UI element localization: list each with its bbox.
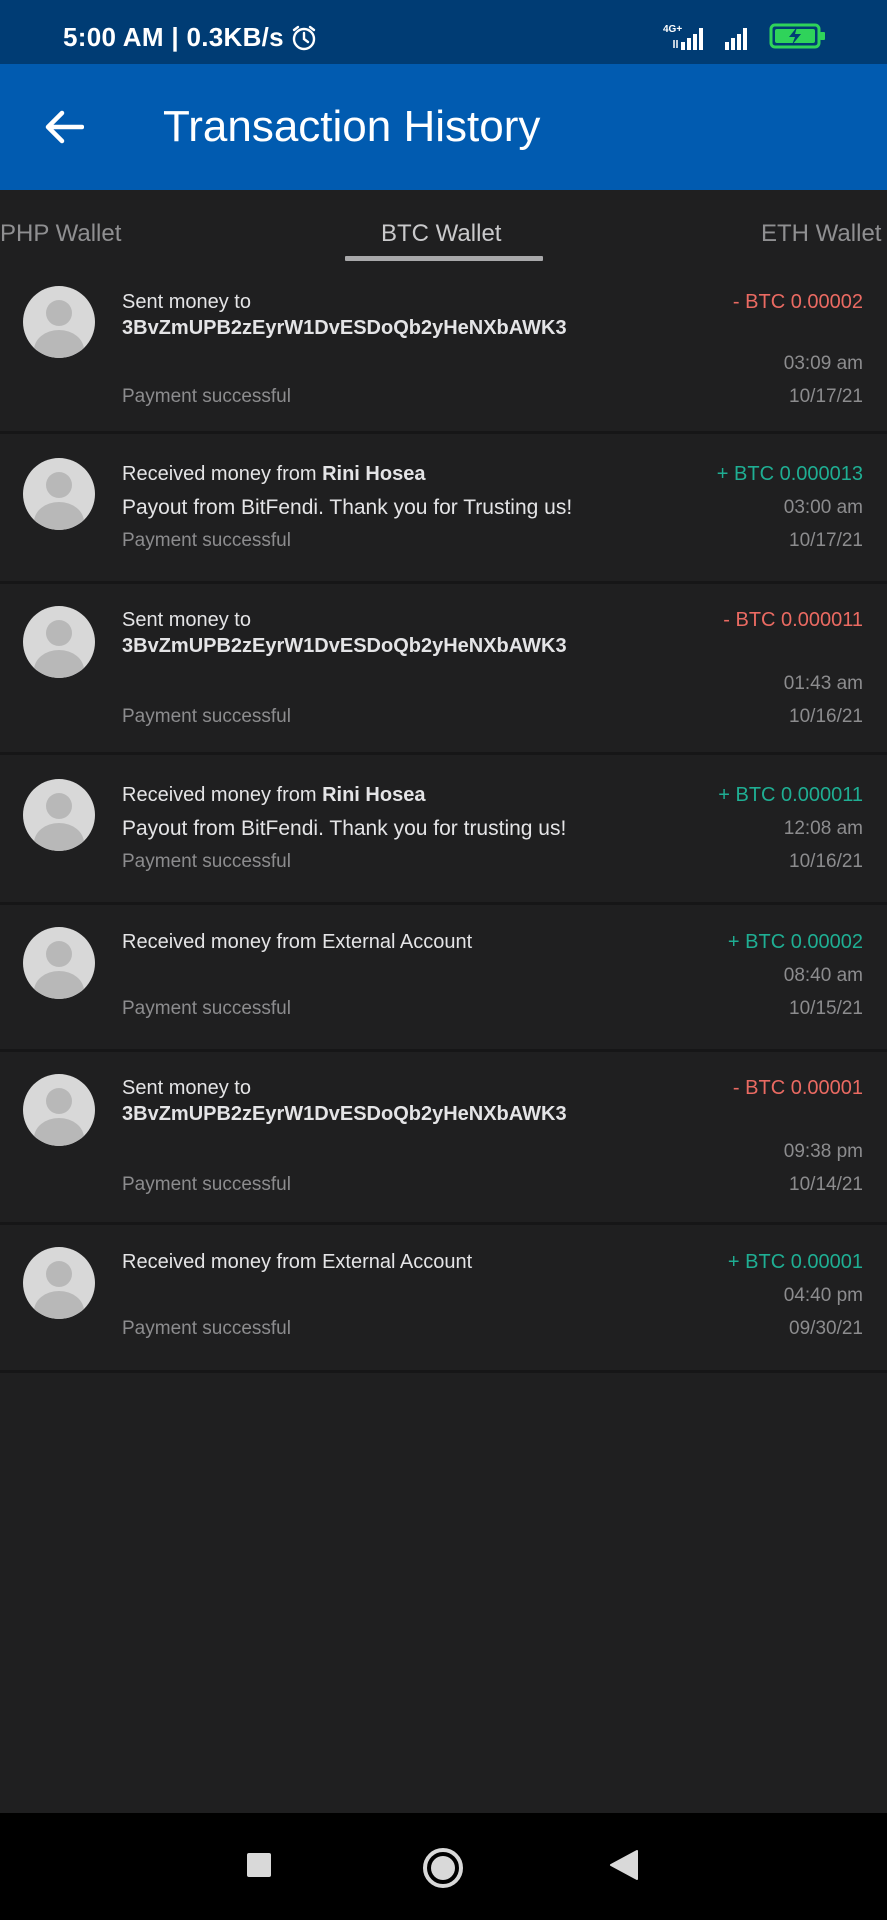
transaction-amount: + BTC 0.00002 bbox=[727, 931, 863, 953]
app-bar: Transaction History bbox=[0, 64, 887, 190]
nav-back-button[interactable] bbox=[608, 1848, 640, 1882]
transaction-date: 10/15/21 bbox=[789, 998, 863, 1019]
tab-eth-wallet[interactable]: ETH Wallet bbox=[761, 220, 881, 248]
transaction-amount: + BTC 0.000013 bbox=[716, 463, 863, 485]
transaction-row[interactable]: Received money from Rini Hosea Payout fr… bbox=[0, 758, 887, 905]
transaction-date: 10/17/21 bbox=[789, 386, 863, 407]
tab-btc-wallet[interactable]: BTC Wallet bbox=[381, 220, 501, 248]
avatar bbox=[23, 1247, 95, 1319]
transaction-row[interactable]: Received money from Rini Hosea Payout fr… bbox=[0, 437, 887, 584]
transaction-row[interactable]: Sent money to 3BvZmUPB2zEyrW1DvESDoQb2yH… bbox=[0, 584, 887, 755]
sender-name: Rini Hosea bbox=[322, 784, 426, 806]
transaction-date: 09/30/21 bbox=[789, 1318, 863, 1339]
transaction-title: Received money from External Account bbox=[122, 931, 473, 953]
transaction-amount: + BTC 0.000011 bbox=[718, 784, 863, 806]
system-nav-bar bbox=[0, 1813, 887, 1920]
transaction-status: Payment successful bbox=[122, 386, 291, 407]
transaction-time: 09:38 pm bbox=[783, 1141, 863, 1162]
transaction-status: Payment successful bbox=[122, 530, 291, 551]
status-bar: 5:00 AM | 0.3KB/s 4G+ bbox=[0, 0, 887, 64]
transaction-title: Received money from Rini Hosea bbox=[122, 463, 426, 485]
transaction-title: Sent money to bbox=[122, 291, 251, 313]
wallet-tabs: PHP Wallet BTC Wallet ETH Wallet bbox=[0, 190, 887, 266]
signal-icon bbox=[723, 26, 755, 55]
transaction-title: Received money from External Account bbox=[122, 1251, 473, 1273]
transaction-memo: Payout from BitFendi. Thank you for trus… bbox=[122, 817, 567, 840]
transaction-amount: - BTC 0.000011 bbox=[723, 609, 863, 631]
tab-php-wallet[interactable]: PHP Wallet bbox=[0, 220, 121, 248]
status-time: 5:00 AM | 0.3KB/s bbox=[63, 22, 284, 52]
sender-name: Rini Hosea bbox=[322, 463, 426, 485]
battery-charging-icon bbox=[769, 22, 827, 55]
transaction-status: Payment successful bbox=[122, 851, 291, 872]
avatar bbox=[23, 779, 95, 851]
transaction-time: 12:08 am bbox=[783, 818, 863, 839]
active-tab-indicator bbox=[345, 256, 543, 261]
avatar bbox=[23, 927, 95, 999]
transaction-row[interactable]: Received money from External Account + B… bbox=[0, 905, 887, 1052]
transaction-status: Payment successful bbox=[122, 706, 291, 727]
recipient-address: 3BvZmUPB2zEyrW1DvESDoQb2yHeNXbAWK3 bbox=[122, 1103, 567, 1125]
signal-icon bbox=[673, 26, 709, 55]
app-root: 5:00 AM | 0.3KB/s 4G+ Transaction Histor… bbox=[0, 0, 887, 1920]
transaction-title: Received money from Rini Hosea bbox=[122, 784, 426, 806]
transaction-date: 10/14/21 bbox=[789, 1174, 863, 1195]
transaction-row[interactable]: Sent money to 3BvZmUPB2zEyrW1DvESDoQb2yH… bbox=[0, 266, 887, 434]
recipient-address: 3BvZmUPB2zEyrW1DvESDoQb2yHeNXbAWK3 bbox=[122, 635, 567, 657]
status-icons bbox=[673, 22, 827, 55]
transaction-row[interactable]: Sent money to 3BvZmUPB2zEyrW1DvESDoQb2yH… bbox=[0, 1052, 887, 1225]
home-icon bbox=[423, 1848, 463, 1888]
transaction-time: 08:40 am bbox=[783, 965, 863, 986]
avatar bbox=[23, 606, 95, 678]
transaction-status: Payment successful bbox=[122, 1318, 291, 1339]
transaction-amount: + BTC 0.00001 bbox=[727, 1251, 863, 1273]
transaction-memo: Payout from BitFendi. Thank you for Trus… bbox=[122, 496, 573, 519]
recents-button[interactable] bbox=[244, 1850, 274, 1880]
transaction-title: Sent money to bbox=[122, 609, 251, 631]
transaction-time: 04:40 pm bbox=[783, 1285, 863, 1306]
avatar bbox=[23, 1074, 95, 1146]
arrow-left-icon bbox=[45, 110, 84, 144]
transaction-title: Sent money to bbox=[122, 1077, 251, 1099]
page-title: Transaction History bbox=[163, 102, 541, 151]
transaction-date: 10/16/21 bbox=[789, 706, 863, 727]
transaction-amount: - BTC 0.00001 bbox=[732, 1077, 863, 1099]
transaction-status: Payment successful bbox=[122, 1174, 291, 1195]
transaction-time: 03:00 am bbox=[783, 497, 863, 518]
transaction-row[interactable]: Received money from External Account + B… bbox=[0, 1225, 887, 1373]
transaction-date: 10/16/21 bbox=[789, 851, 863, 872]
home-button[interactable] bbox=[421, 1846, 465, 1890]
recents-icon bbox=[247, 1853, 271, 1877]
transaction-time: 01:43 am bbox=[783, 673, 863, 694]
avatar bbox=[23, 286, 95, 358]
alarm-icon bbox=[290, 24, 318, 57]
back-triangle-icon bbox=[610, 1850, 638, 1880]
transaction-time: 03:09 am bbox=[783, 353, 863, 374]
transaction-status: Payment successful bbox=[122, 998, 291, 1019]
avatar bbox=[23, 458, 95, 530]
transaction-amount: - BTC 0.00002 bbox=[732, 291, 863, 313]
recipient-address: 3BvZmUPB2zEyrW1DvESDoQb2yHeNXbAWK3 bbox=[122, 317, 567, 339]
transaction-date: 10/17/21 bbox=[789, 530, 863, 551]
back-button[interactable] bbox=[38, 100, 90, 154]
